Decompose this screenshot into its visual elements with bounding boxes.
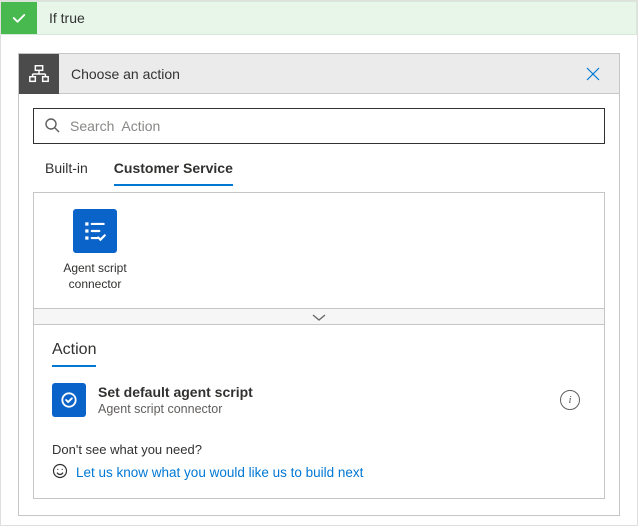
list-check-icon [73, 209, 117, 253]
panel-title: Choose an action [59, 66, 575, 82]
search-icon [44, 117, 68, 136]
tab-built-in[interactable]: Built-in [45, 154, 88, 186]
action-set-default-agent-script[interactable]: Set default agent script Agent script co… [52, 381, 586, 419]
search-box[interactable] [33, 108, 605, 144]
action-item-title: Set default agent script [98, 383, 560, 401]
smiley-icon [52, 463, 68, 482]
condition-label: If true [37, 2, 97, 34]
expand-connectors-button[interactable] [34, 308, 604, 324]
connector-area: Agent script connector Action [33, 192, 605, 499]
action-icon [19, 54, 59, 94]
action-section: Action Set default agent script Agent sc… [34, 324, 604, 497]
choose-action-panel: Choose an action Built-in Customer Servi… [18, 53, 620, 516]
check-circle-icon [52, 383, 86, 417]
tab-customer-service[interactable]: Customer Service [114, 154, 233, 186]
panel-header: Choose an action [19, 54, 619, 94]
feedback-link[interactable]: Let us know what you would like us to bu… [76, 465, 363, 480]
chevron-down-icon [312, 309, 326, 325]
feedback: Don't see what you need? Let us k [52, 442, 586, 482]
action-heading: Action [52, 341, 96, 367]
action-item-subtitle: Agent script connector [98, 401, 560, 417]
action-item-text: Set default agent script Agent script co… [98, 383, 560, 417]
condition-bar: If true [1, 1, 637, 35]
tabs: Built-in Customer Service [33, 144, 605, 186]
connector-name: Agent script connector [52, 261, 138, 292]
connector-grid: Agent script connector [34, 193, 604, 308]
feedback-question: Don't see what you need? [52, 442, 586, 457]
checkmark-icon [1, 2, 37, 34]
search-input[interactable] [68, 117, 594, 135]
connector-agent-script[interactable]: Agent script connector [52, 209, 138, 292]
close-button[interactable] [575, 56, 611, 92]
info-icon[interactable]: i [560, 390, 580, 410]
